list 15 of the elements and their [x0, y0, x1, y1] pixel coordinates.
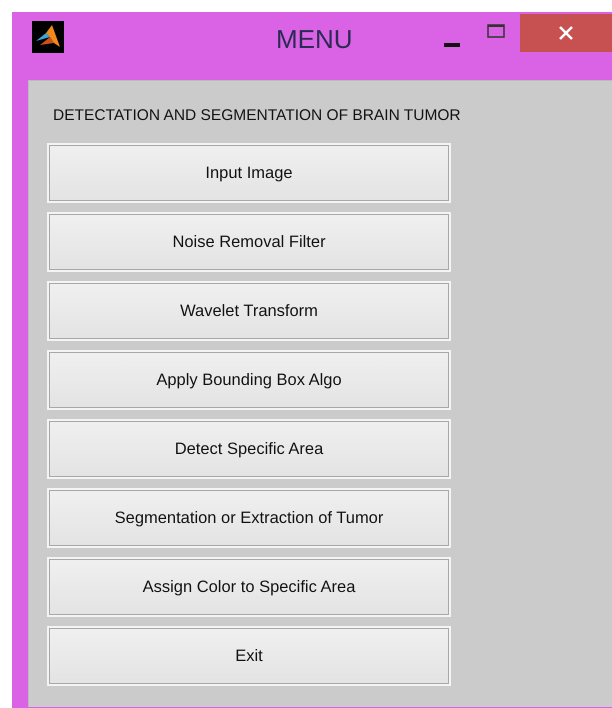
- minimize-icon: [444, 43, 460, 47]
- menu-button[interactable]: Input Image: [49, 145, 449, 201]
- heading: DETECTATION AND SEGMENTATION OF BRAIN TUMOR: [53, 107, 462, 125]
- close-icon: [558, 25, 574, 41]
- menu-button[interactable]: Apply Bounding Box Algo: [49, 352, 449, 408]
- menu-button[interactable]: Detect Specific Area: [49, 421, 449, 477]
- menu-button[interactable]: Noise Removal Filter: [49, 214, 449, 270]
- app-icon: [32, 21, 64, 53]
- window-title: MENU: [276, 24, 353, 55]
- menu-button[interactable]: Exit: [49, 628, 449, 684]
- menu-button[interactable]: Assign Color to Specific Area: [49, 559, 449, 615]
- menu-button[interactable]: Wavelet Transform: [49, 283, 449, 339]
- close-button[interactable]: [520, 14, 612, 52]
- maximize-icon: [487, 24, 505, 38]
- menu-button[interactable]: Segmentation or Extraction of Tumor: [49, 490, 449, 546]
